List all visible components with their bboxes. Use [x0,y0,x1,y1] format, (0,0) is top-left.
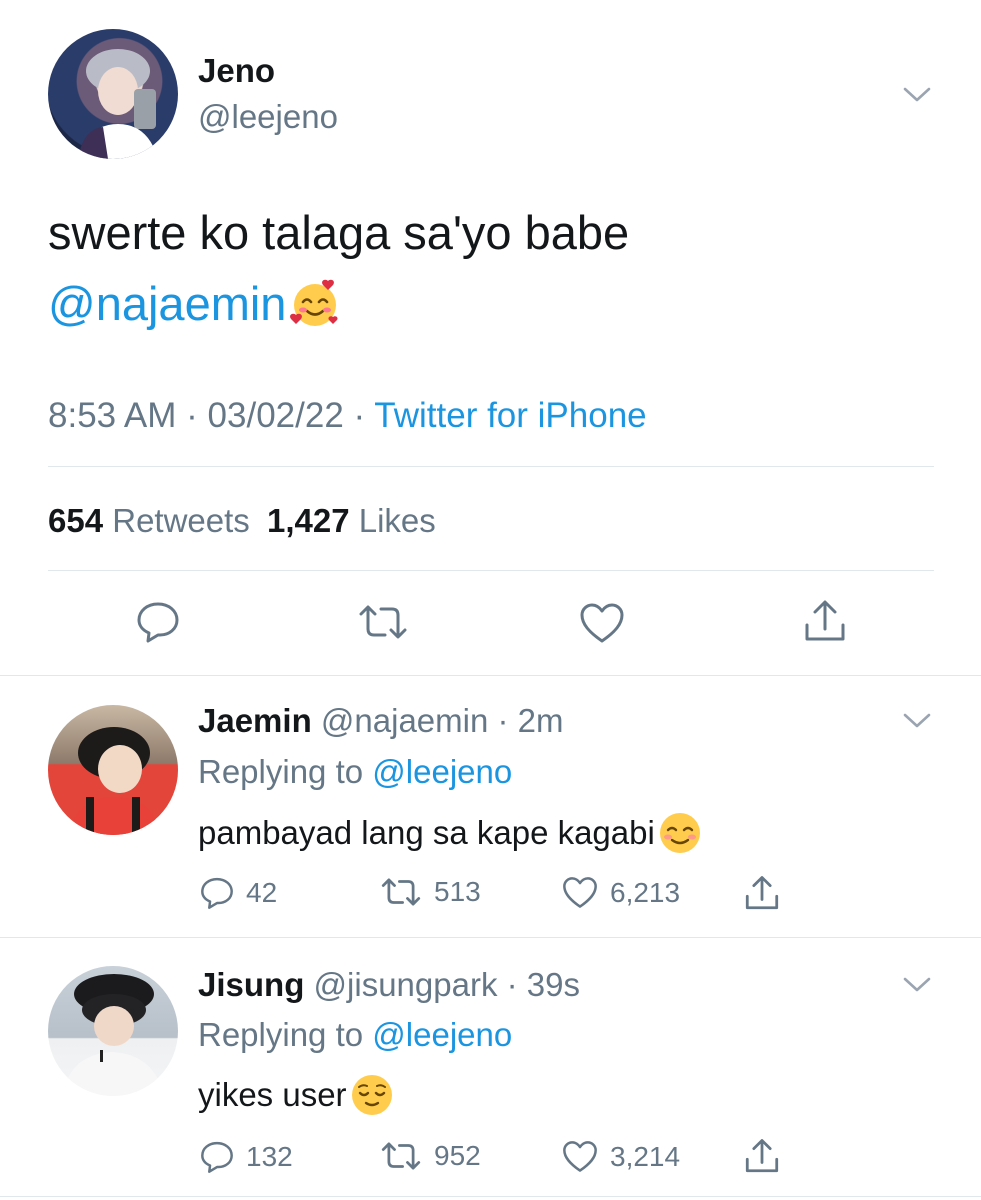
reply-button[interactable] [136,601,180,643]
reply-icon [201,877,233,909]
retweets-stat[interactable]: 654 Retweets [48,502,259,539]
retweet-icon [381,878,421,906]
reply-action-reply[interactable]: 42 [200,876,277,910]
retweet-count: 654 [48,502,104,539]
heart-icon [580,603,624,643]
retweet-button[interactable] [357,604,409,640]
divider [0,937,981,938]
reply-count: 42 [246,877,278,908]
reply-text-line: yikes user [198,1072,395,1118]
tweet-meta: 8:53 AM · 03/02/22 · Twitter for iPhone [48,396,647,436]
reply-icon [137,602,179,643]
reply-time: 39s [526,966,580,1003]
reply-menu-chevron-icon[interactable] [902,974,932,994]
heart-icon [563,877,597,908]
tweet-text-line-2: @najaemin [48,276,342,331]
reply-display-name[interactable]: Jaemin [198,702,312,739]
reply-action-like[interactable]: 3,214 [562,1140,680,1173]
reply-menu-chevron-icon[interactable] [902,710,932,730]
replying-to-link[interactable]: @leejeno [372,753,512,790]
reply-text-line: pambayad lang sa kape kagabi [198,810,703,856]
reply-count: 132 [246,1141,293,1172]
like-button[interactable] [579,602,625,644]
smiling-face-with-hearts-icon [288,277,342,331]
reply-handle[interactable]: @najaemin [321,702,488,739]
reply-text: yikes user [198,1076,347,1113]
meta-dot: · [186,396,208,435]
share-icon [745,876,779,910]
retweet-count: 513 [434,876,481,907]
reply-action-reply[interactable]: 132 [200,1140,293,1174]
meta-dot: · [497,966,527,1003]
divider [48,570,934,571]
like-label: Likes [358,502,436,539]
like-count: 3,214 [610,1140,681,1172]
mention-link[interactable]: @najaemin [48,276,286,331]
replying-to-label: Replying to [198,1016,364,1053]
tweet-source-link[interactable]: Twitter for iPhone [374,396,646,435]
reply-action-retweet[interactable]: 513 [380,876,481,908]
retweet-icon [381,1142,421,1170]
divider [0,675,981,676]
replying-to: Replying to @leejeno [198,753,512,791]
replying-to-link[interactable]: @leejeno [372,1016,512,1053]
share-icon [745,1139,779,1173]
replying-to: Replying to @leejeno [198,1016,512,1054]
tweet-menu-chevron-icon[interactable] [902,84,932,104]
reply-header: Jisung @jisungpark · 39s [198,966,580,1004]
reply-action-retweet[interactable]: 952 [380,1140,481,1172]
tweet-date: 03/02/22 [207,396,344,435]
divider [48,466,934,467]
likes-stat[interactable]: 1,427 Likes [267,502,436,539]
reply-icon [201,1141,233,1173]
reply-avatar[interactable] [48,705,178,835]
author-display-name[interactable]: Jeno [198,52,275,90]
reply-action-like[interactable]: 6,213 [562,876,680,909]
share-button[interactable] [803,599,847,643]
reply-header: Jaemin @najaemin · 2m [198,702,564,740]
like-count: 6,213 [610,876,681,908]
heart-icon [563,1141,597,1172]
retweet-icon [359,605,407,639]
reply-avatar[interactable] [48,966,178,1096]
relieved-face-icon [349,1072,395,1118]
engagement-stats: 654 Retweets 1,427 Likes [48,502,436,540]
reply-action-share[interactable] [744,875,780,911]
meta-dot: · [488,702,518,739]
smiling-face-icon [657,810,703,856]
retweet-label: Retweets [112,502,250,539]
tweet-time: 8:53 AM [48,396,177,435]
divider [0,1196,981,1197]
reply-text: pambayad lang sa kape kagabi [198,814,655,851]
reply-time: 2m [517,702,564,739]
tweet-text: swerte ko talaga sa'yo babe [48,206,630,259]
reply-display-name[interactable]: Jisung [198,966,304,1003]
author-avatar[interactable] [48,29,178,159]
like-count: 1,427 [266,502,350,539]
reply-handle[interactable]: @jisungpark [314,966,498,1003]
meta-dot: · [353,396,375,435]
author-handle[interactable]: @leejeno [198,98,338,136]
replying-to-label: Replying to [198,753,364,790]
reply-action-share[interactable] [744,1138,780,1174]
retweet-count: 952 [434,1140,481,1171]
share-icon [805,600,845,641]
